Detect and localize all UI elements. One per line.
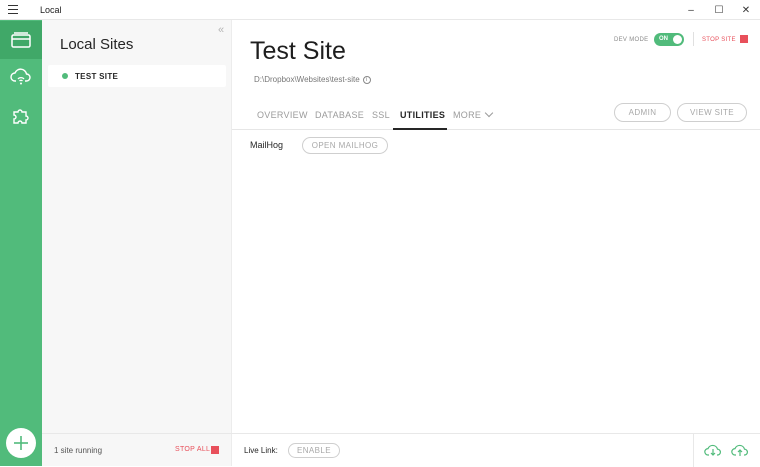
- cloud-push-icon[interactable]: [731, 443, 749, 457]
- stop-all-button[interactable]: STOP ALL: [175, 446, 210, 453]
- sites-nav-button[interactable]: [0, 21, 42, 59]
- live-link-label: Live Link:: [244, 446, 278, 455]
- maximize-button[interactable]: ☐: [705, 0, 733, 20]
- toggle-knob: [673, 35, 682, 44]
- info-icon[interactable]: i: [362, 75, 371, 84]
- site-title: Test Site: [250, 37, 346, 65]
- admin-button[interactable]: ADMIN: [614, 103, 671, 122]
- stop-site-icon[interactable]: [740, 35, 748, 43]
- open-mailhog-button[interactable]: OPEN MAILHOG: [302, 137, 388, 154]
- active-tab-indicator: [393, 128, 447, 130]
- sites-footer: 1 site running STOP ALL: [42, 433, 232, 466]
- sites-heading: Local Sites: [60, 36, 134, 53]
- add-site-button[interactable]: [6, 428, 36, 458]
- addons-icon: [13, 109, 29, 124]
- window-titlebar: Local – ☐ ✕: [0, 0, 760, 20]
- hamburger-menu-icon[interactable]: [8, 5, 18, 14]
- sites-icon: [11, 32, 31, 48]
- tab-ssl[interactable]: SSL: [372, 110, 390, 120]
- mailhog-label: MailHog: [250, 140, 284, 150]
- view-site-button[interactable]: VIEW SITE: [677, 103, 747, 122]
- enable-live-link-button[interactable]: ENABLE: [288, 443, 340, 458]
- tab-database[interactable]: DATABASE: [315, 110, 364, 120]
- close-button[interactable]: ✕: [732, 0, 760, 20]
- site-path: D:\Dropbox\Websites\test-site i: [254, 75, 371, 84]
- dev-mode-label: DEV MODE: [614, 37, 649, 43]
- tab-more[interactable]: MORE: [453, 108, 494, 120]
- tab-utilities[interactable]: UTILITIES: [400, 110, 445, 120]
- dev-mode-toggle[interactable]: ON: [654, 33, 684, 46]
- site-running-indicator: [62, 73, 68, 79]
- site-path-text: D:\Dropbox\Websites\test-site: [254, 75, 360, 84]
- site-list-item[interactable]: TEST SITE: [48, 65, 226, 87]
- main-nav-rail: [0, 20, 42, 466]
- header-divider: [693, 32, 694, 46]
- chevron-down-icon: [484, 108, 494, 118]
- footer-divider: [693, 434, 694, 467]
- connect-nav-button[interactable]: [0, 58, 42, 96]
- site-detail: Test Site D:\Dropbox\Websites\test-site i…: [232, 20, 760, 467]
- site-footer: Live Link: ENABLE: [232, 433, 760, 467]
- minimize-button[interactable]: –: [677, 0, 705, 20]
- dev-mode-value: ON: [659, 36, 668, 42]
- cloud-connect-icon: [10, 68, 31, 85]
- tab-overview[interactable]: OVERVIEW: [257, 110, 308, 120]
- plus-icon: [14, 436, 28, 450]
- site-tabs: OVERVIEW DATABASE SSL UTILITIES MORE ADM…: [232, 103, 760, 130]
- tab-more-label: MORE: [453, 110, 482, 120]
- collapse-panel-icon[interactable]: «: [218, 24, 224, 36]
- sites-panel: Local Sites « TEST SITE 1 site running S…: [42, 20, 232, 466]
- addons-nav-button[interactable]: [0, 96, 42, 134]
- window-title: Local: [40, 5, 62, 15]
- sites-running-count: 1 site running: [54, 446, 103, 455]
- stop-all-icon[interactable]: [211, 446, 219, 454]
- cloud-pull-icon[interactable]: [704, 443, 722, 457]
- site-name: TEST SITE: [75, 71, 119, 81]
- stop-site-button[interactable]: STOP SITE: [702, 37, 736, 43]
